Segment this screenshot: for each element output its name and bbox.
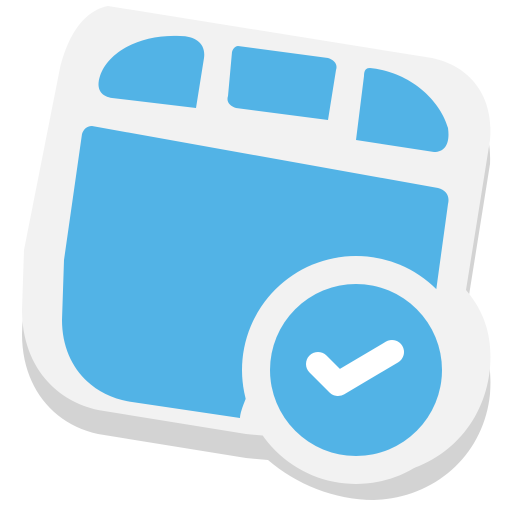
sticker-icon-canvas [0, 0, 512, 512]
verified-badge [242, 256, 470, 484]
clapper-segment-middle [227, 46, 337, 120]
video-verified-sticker-icon [22, 6, 491, 500]
